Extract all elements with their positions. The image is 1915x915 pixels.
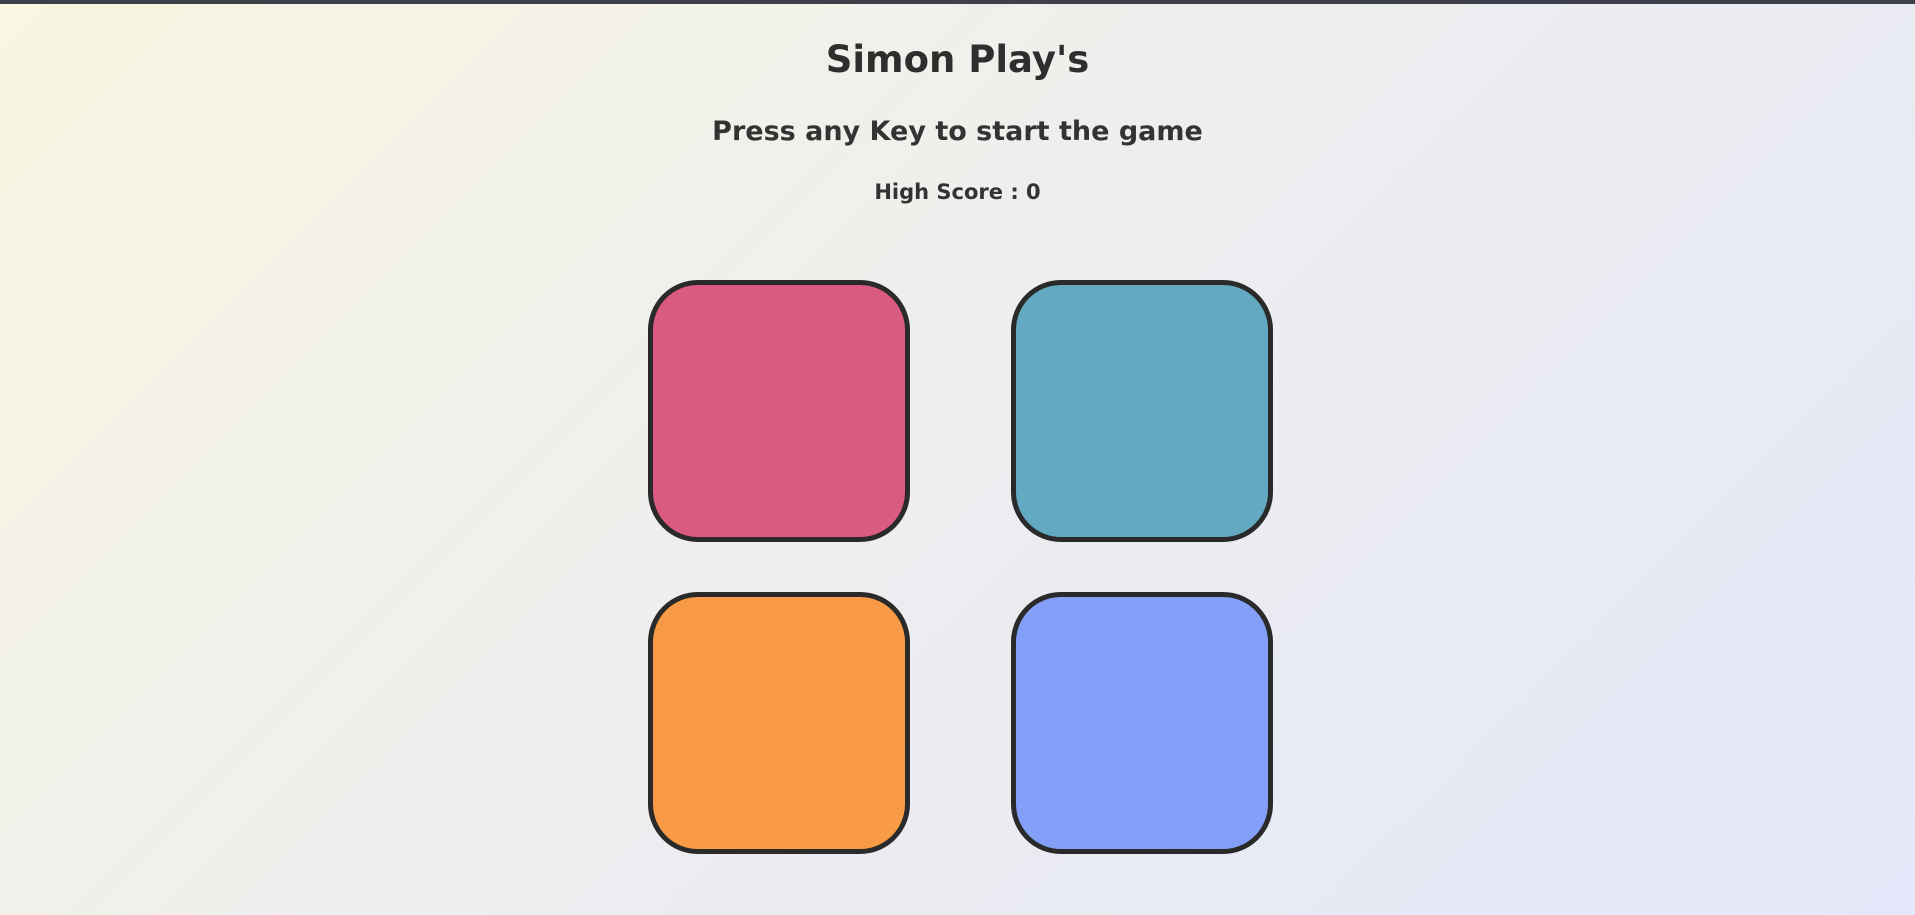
game-title: Simon Play's xyxy=(825,38,1090,81)
high-score: High Score : 0 xyxy=(874,180,1041,204)
green-pad-button[interactable] xyxy=(1011,280,1273,542)
red-pad-button[interactable] xyxy=(648,280,910,542)
yellow-pad-button[interactable] xyxy=(648,592,910,854)
top-bar xyxy=(0,0,1915,4)
game-instruction: Press any Key to start the game xyxy=(712,116,1203,147)
purple-pad-button[interactable] xyxy=(1011,592,1273,854)
